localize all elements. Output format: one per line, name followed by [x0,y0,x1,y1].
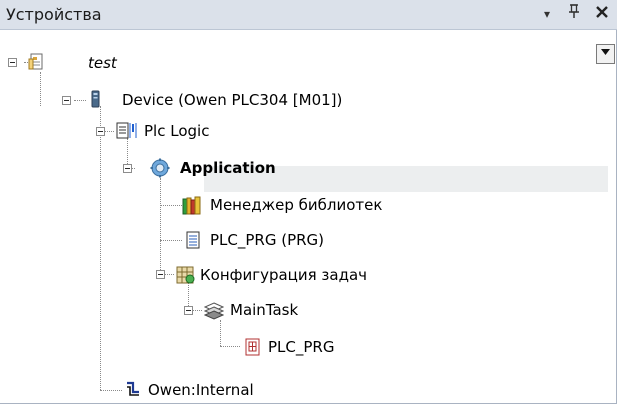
tree-connector [192,310,202,311]
tree-item-label: Plc Logic [144,122,210,140]
project-file-icon [28,53,43,70]
library-books-icon [182,196,201,215]
panel-titlebar: Устройства ▾ [0,0,617,30]
expander-application[interactable] [123,164,132,173]
tree-item-label: PLC_PRG (PRG) [210,231,325,249]
close-button[interactable] [591,3,613,25]
pin-icon [569,4,579,18]
tree-connector [160,205,182,206]
tree-item-label: Device (Owen PLC304 [M01]) [122,91,343,109]
panel-menu-button[interactable]: ▾ [536,3,558,25]
tree-connector [40,72,41,106]
tree-connector [100,390,122,391]
tree-connector [220,320,221,346]
pin-button[interactable] [563,3,585,25]
close-icon [596,6,608,18]
task-config-icon [176,266,195,284]
tree-item-label: Менеджер библиотек [210,196,383,214]
tree-connector [160,240,182,241]
combo-dropdown-button[interactable] [596,44,615,64]
tree-item-label: Конфигурация задач [200,266,368,284]
devices-panel: Устройства ▾ test Device (Owen PLC304 [M… [0,0,617,404]
plc-logic-icon [116,122,137,139]
expander-maintask[interactable] [184,306,193,315]
pou-document-icon [186,231,200,249]
tree-connector [220,346,240,347]
expander-task-config[interactable] [156,270,165,279]
tree-connector [100,106,101,390]
expander-plc-logic[interactable] [96,127,105,136]
tree-connector [74,100,86,101]
tree-connector [164,274,174,275]
tree-item-label: PLC_PRG [268,338,335,356]
tree-item-label: MainTask [230,301,299,319]
chevron-down-icon [601,49,610,55]
device-icon [91,90,100,108]
tree-item-label: Owen:Internal [148,381,254,399]
application-gear-icon [150,158,170,178]
expander-test[interactable] [8,58,17,67]
panel-title: Устройства [6,5,102,24]
task-stack-icon [204,302,224,320]
program-call-icon [245,338,260,356]
tree-connector [160,178,161,274]
tree-connector [104,131,114,132]
connector-icon [127,381,139,396]
tree-item-label: Application [180,159,276,177]
tree-item-label: test [88,54,117,72]
expander-device[interactable] [62,96,71,105]
